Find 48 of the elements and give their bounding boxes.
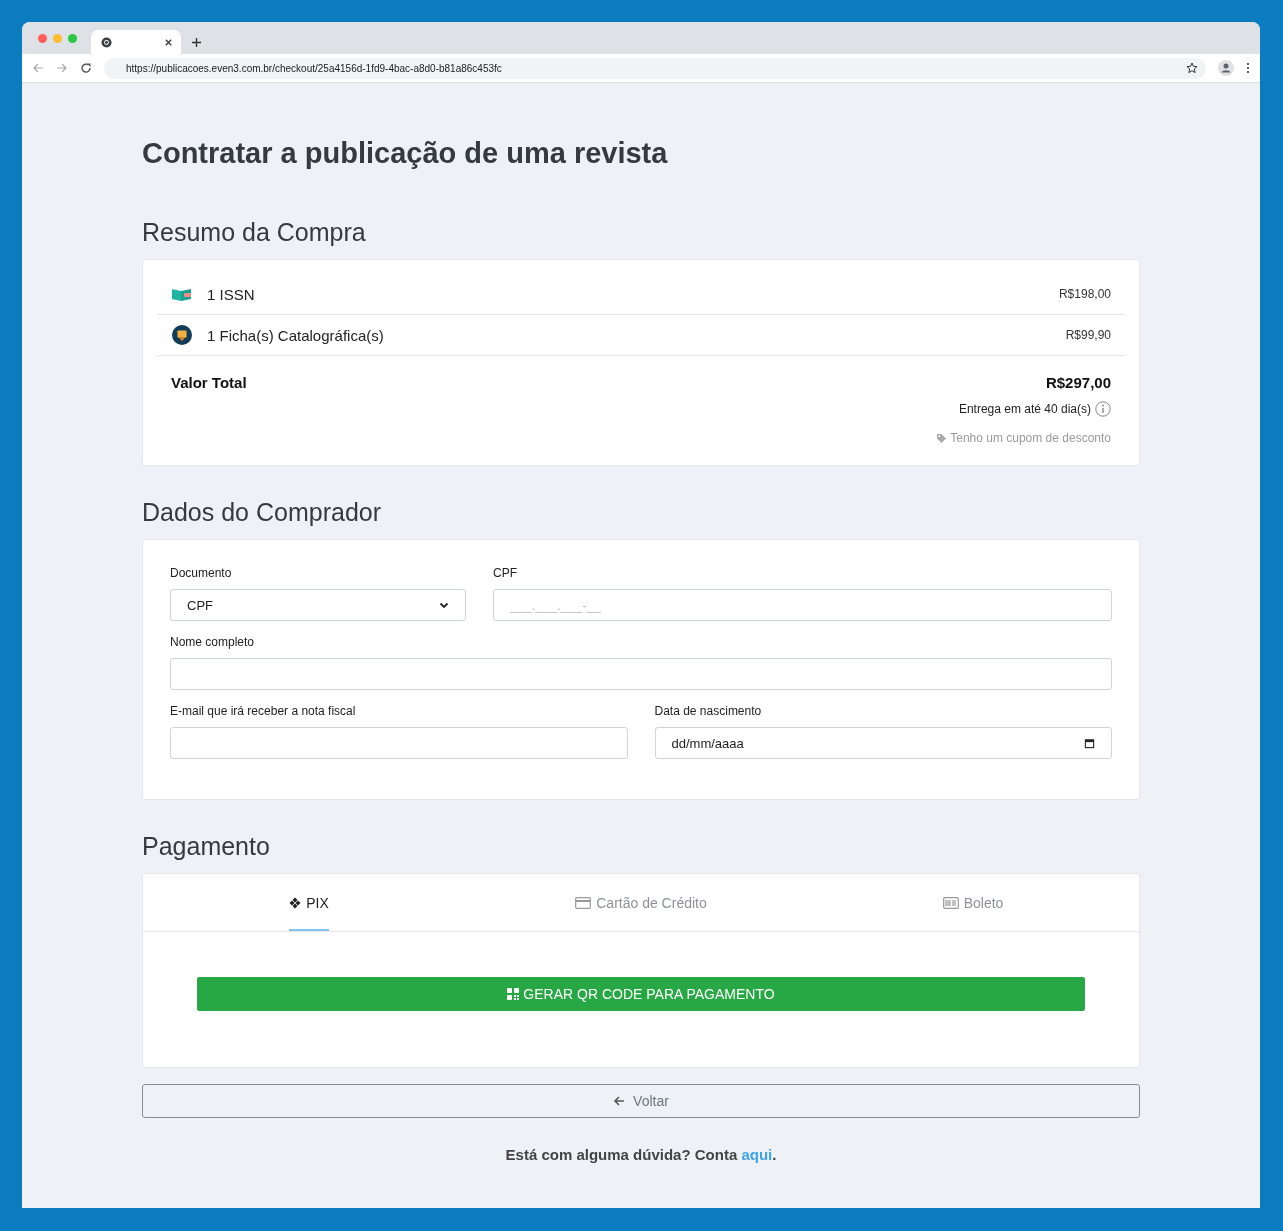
- diamond-icon: [289, 896, 302, 909]
- payment-tab[interactable]: Cartão de Crédito: [575, 874, 707, 931]
- section-heading: Dados do Comprador: [142, 498, 382, 527]
- section-heading: Resumo da Compra: [142, 218, 367, 247]
- payment-tab[interactable]: PIX: [289, 874, 329, 931]
- bookmark-star-icon[interactable]: [1186, 62, 1198, 74]
- help-link[interactable]: aqui: [741, 1146, 773, 1163]
- address-bar[interactable]: https://publicacoes.even3.com.br/checkout/25a4156d-1fd9-4bac-a8d0-b81a86c453fc: [104, 57, 1206, 79]
- calendar-icon[interactable]: [1084, 737, 1095, 749]
- item-price: R$198,00: [1058, 287, 1111, 301]
- tag-icon: [936, 432, 948, 444]
- item-name: 1 ISSN: [207, 285, 256, 303]
- delivery-text: Entrega em até 40 dia(s): [958, 402, 1091, 416]
- chevron-down-icon: [439, 600, 449, 610]
- help-text: Está com alguma dúvida? Conta aqui.: [504, 1146, 778, 1163]
- reload-icon[interactable]: [80, 62, 92, 74]
- field-label: Data de nascimento: [654, 704, 763, 718]
- credit-card-icon: [575, 896, 592, 909]
- new-tab-icon[interactable]: [191, 37, 202, 48]
- total-price: R$297,00: [1045, 374, 1111, 391]
- info-icon[interactable]: [1095, 401, 1111, 417]
- field-label: E-mail que irá receber a nota fiscal: [170, 704, 357, 718]
- field-label: CPF: [493, 566, 518, 580]
- field-label: Documento: [170, 566, 233, 580]
- document-select[interactable]: CPF: [170, 589, 466, 621]
- item-name: 1 Ficha(s) Catalográfica(s): [207, 326, 385, 344]
- arrow-left-icon: [613, 1095, 626, 1107]
- menu-icon[interactable]: [1246, 62, 1250, 74]
- back-button[interactable]: Voltar: [142, 1084, 1140, 1118]
- chrome-icon: [101, 36, 112, 48]
- field-label: Nome completo: [170, 635, 256, 649]
- section-heading: Pagamento: [142, 832, 271, 861]
- barcode-icon: [942, 896, 959, 909]
- item-price: R$99,90: [1065, 328, 1111, 342]
- date-field[interactable]: dd/mm/aaaa: [654, 727, 1112, 759]
- email-field[interactable]: [170, 727, 628, 759]
- name-field[interactable]: [170, 658, 1112, 690]
- payment-tab[interactable]: Boleto: [942, 874, 1004, 931]
- cpf-field[interactable]: ___.___.___-__: [493, 589, 1112, 621]
- page-title: Contratar a publicação de uma revista: [142, 137, 669, 170]
- browser-tab[interactable]: [91, 30, 181, 54]
- coupon-link[interactable]: Tenho um cupom de desconto: [936, 431, 1111, 445]
- qr-code-icon: [507, 988, 520, 1000]
- generate-qr-button[interactable]: GERAR QR CODE PARA PAGAMENTO: [197, 977, 1085, 1011]
- seal-icon: [171, 325, 193, 345]
- profile-icon[interactable]: [1218, 60, 1234, 76]
- total-label: Valor Total: [171, 374, 247, 391]
- close-tab-icon[interactable]: [164, 37, 173, 47]
